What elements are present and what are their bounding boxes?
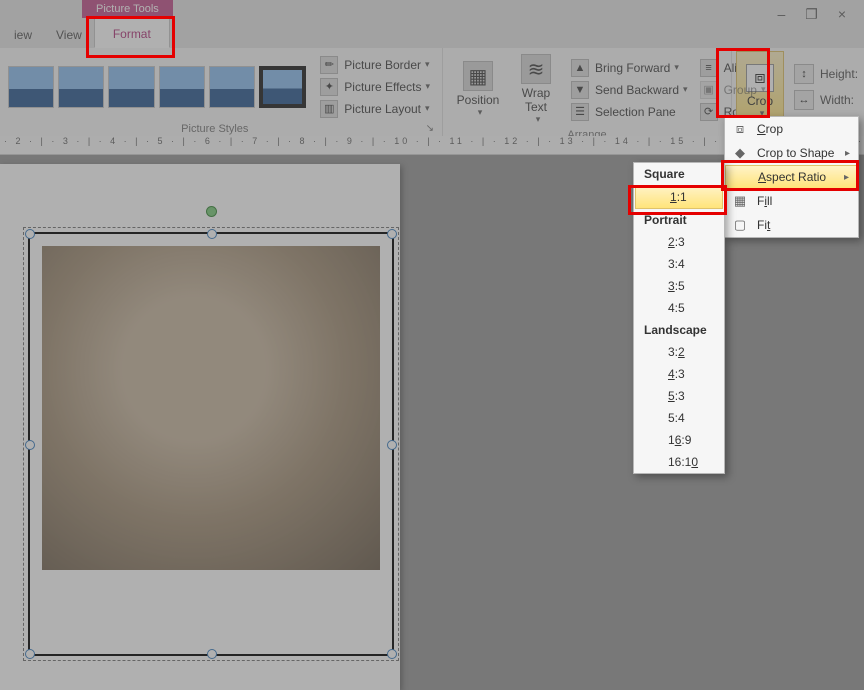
ratio-16-10[interactable]: 16:10 bbox=[634, 451, 724, 473]
ratio-4-5[interactable]: 4:5 bbox=[634, 297, 724, 319]
ratio-3-5[interactable]: 3:5 bbox=[634, 275, 724, 297]
crop-icon: ⧈ bbox=[731, 120, 749, 138]
fit-icon: ▢ bbox=[731, 216, 749, 234]
ratio-2-3[interactable]: 2:3 bbox=[634, 231, 724, 253]
fill-icon: ▦ bbox=[731, 192, 749, 210]
ratio-5-3[interactable]: 5:3 bbox=[634, 385, 724, 407]
shape-icon: ◆ bbox=[731, 144, 749, 162]
ratio-header-square: Square bbox=[634, 163, 724, 185]
ratio-3-4[interactable]: 3:4 bbox=[634, 253, 724, 275]
ratio-header-landscape: Landscape bbox=[634, 319, 724, 341]
ratio-4-3[interactable]: 4:3 bbox=[634, 363, 724, 385]
aspect-ratio-menu: Square 1:1 Portrait 2:3 3:4 3:5 4:5 Land… bbox=[633, 162, 725, 474]
crop-menu-fit[interactable]: ▢Fit bbox=[725, 213, 858, 237]
ratio-5-4[interactable]: 5:4 bbox=[634, 407, 724, 429]
crop-menu: ⧈Crop ◆Crop to Shape▸ Aspect Ratio▸ ▦Fil… bbox=[724, 116, 859, 238]
ratio-1-1[interactable]: 1:1 bbox=[635, 185, 723, 209]
crop-menu-fill[interactable]: ▦Fill bbox=[725, 189, 858, 213]
ratio-header-portrait: Portrait bbox=[634, 209, 724, 231]
crop-menu-crop[interactable]: ⧈Crop bbox=[725, 117, 858, 141]
crop-menu-aspect-ratio[interactable]: Aspect Ratio▸ bbox=[725, 165, 858, 189]
crop-menu-crop-to-shape[interactable]: ◆Crop to Shape▸ bbox=[725, 141, 858, 165]
ratio-3-2[interactable]: 3:2 bbox=[634, 341, 724, 363]
ratio-16-9[interactable]: 16:9 bbox=[634, 429, 724, 451]
